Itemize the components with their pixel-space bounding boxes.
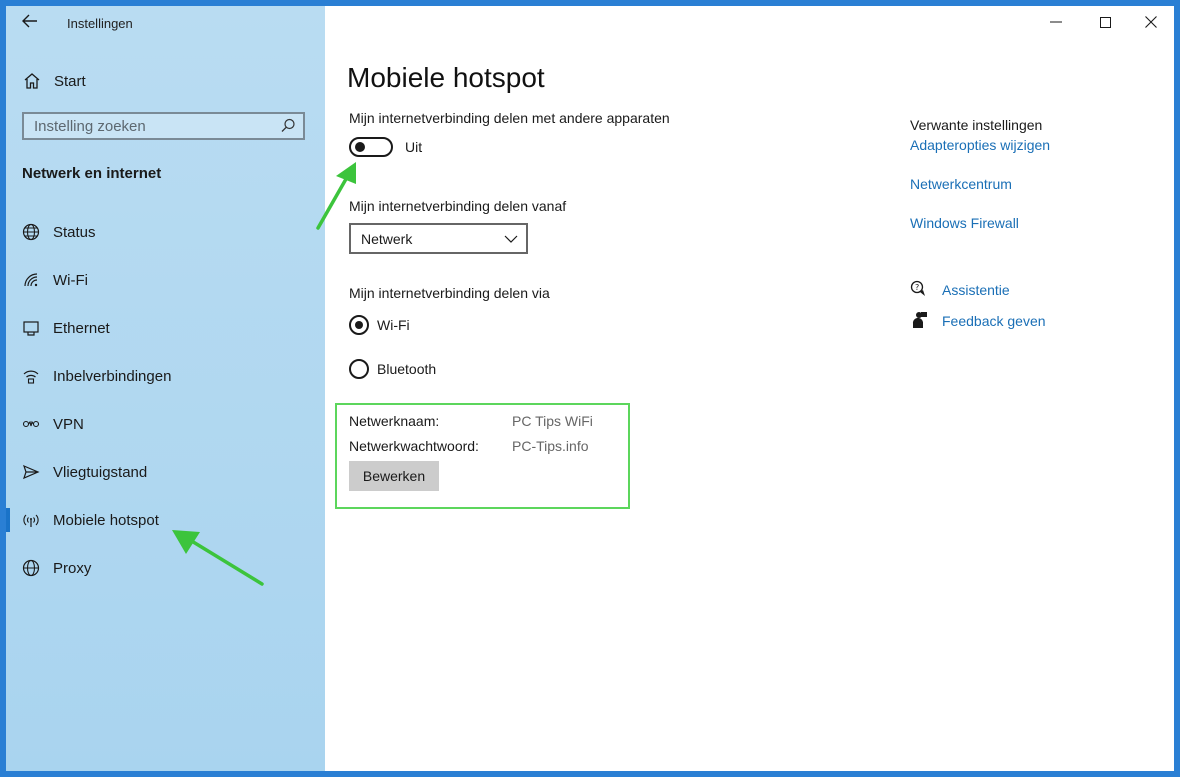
sidebar-item-label: Vliegtuigstand — [53, 463, 148, 481]
sidebar-item-label: Inbelverbindingen — [53, 367, 172, 385]
sidebar-item-hotspot[interactable]: Mobiele hotspot — [6, 496, 325, 544]
dialup-icon — [21, 366, 41, 386]
maximize-icon[interactable] — [1082, 6, 1128, 38]
share-from-value: Netwerk — [361, 230, 413, 247]
page-title: Mobiele hotspot — [347, 62, 545, 93]
vpn-icon — [21, 414, 41, 434]
sidebar-item-label: Status — [53, 223, 96, 241]
edit-button[interactable]: Bewerken — [349, 461, 439, 491]
sidebar-item-wifi[interactable]: Wi-Fi — [6, 256, 325, 304]
sidebar-item-status[interactable]: Status — [6, 208, 325, 256]
chevron-down-icon — [496, 235, 526, 243]
link-network-center[interactable]: Netwerkcentrum — [910, 176, 1012, 192]
search-icon[interactable] — [279, 117, 297, 135]
minimize-icon[interactable] — [1033, 6, 1079, 38]
toggle-knob — [355, 142, 365, 152]
search-box[interactable] — [22, 112, 305, 140]
network-name-label: Netwerknaam: — [349, 413, 440, 429]
network-name-value: PC Tips WiFi — [512, 413, 593, 429]
link-assistance[interactable]: Assistentie — [942, 282, 1010, 298]
airplane-icon — [21, 462, 41, 482]
link-adapter-options[interactable]: Adapteropties wijzigen — [910, 137, 1050, 153]
sidebar-item-label: Proxy — [53, 559, 92, 577]
radio-wifi[interactable] — [349, 315, 369, 335]
svg-text:?: ? — [915, 283, 919, 292]
sidebar-item-dialup[interactable]: Inbelverbindingen — [6, 352, 325, 400]
app-title: Instellingen — [67, 16, 133, 31]
sidebar-item-vpn[interactable]: VPN — [6, 400, 325, 448]
sidebar-item-label: VPN — [53, 415, 84, 433]
globe-icon — [21, 558, 41, 578]
settings-window: Instellingen Start Netwerk en internet S… — [6, 6, 1174, 771]
hotspot-toggle[interactable] — [349, 137, 393, 157]
sidebar-item-ethernet[interactable]: Ethernet — [6, 304, 325, 352]
sidebar-item-label: Ethernet — [53, 319, 110, 337]
share-via-label: Mijn internetverbinding delen via — [349, 285, 550, 301]
sidebar-item-airplane[interactable]: Vliegtuigstand — [6, 448, 325, 496]
ethernet-icon — [21, 318, 41, 338]
share-from-select[interactable]: Netwerk — [349, 223, 528, 254]
home-link[interactable]: Start — [22, 69, 86, 93]
hotspot-icon — [21, 510, 41, 530]
toggle-state-label: Uit — [405, 139, 423, 155]
link-feedback[interactable]: Feedback geven — [942, 313, 1046, 329]
sidebar-item-proxy[interactable]: Proxy — [6, 544, 325, 592]
radio-bluetooth[interactable] — [349, 359, 369, 379]
network-password-value: PC-Tips.info — [512, 438, 589, 454]
sidebar-item-label: Wi-Fi — [53, 271, 88, 289]
related-settings-title: Verwante instellingen — [910, 117, 1043, 133]
feedback-icon — [910, 311, 928, 329]
link-windows-firewall[interactable]: Windows Firewall — [910, 215, 1019, 231]
home-icon — [22, 71, 42, 91]
radio-bluetooth-label[interactable]: Bluetooth — [377, 361, 436, 377]
section-title: Netwerk en internet — [22, 165, 162, 182]
search-input[interactable] — [24, 117, 279, 135]
back-arrow-icon[interactable] — [20, 14, 40, 34]
share-label: Mijn internetverbinding delen met andere… — [349, 110, 670, 126]
sidebar-item-label: Mobiele hotspot — [53, 511, 159, 529]
wifi-icon — [21, 270, 41, 290]
globe-icon — [21, 222, 41, 242]
network-password-label: Netwerkwachtwoord: — [349, 438, 479, 454]
close-icon[interactable] — [1128, 6, 1174, 38]
share-from-label: Mijn internetverbinding delen vanaf — [349, 198, 567, 214]
sidebar: Instellingen Start Netwerk en internet S… — [6, 6, 325, 771]
main-content: Mobiele hotspot Mijn internetverbinding … — [325, 6, 1174, 771]
sidebar-nav: Status Wi-Fi Ethernet Inbelverbindingen — [6, 208, 325, 592]
home-label: Start — [54, 72, 86, 90]
radio-wifi-label[interactable]: Wi-Fi — [377, 317, 410, 333]
chat-help-icon: ? — [910, 280, 928, 298]
